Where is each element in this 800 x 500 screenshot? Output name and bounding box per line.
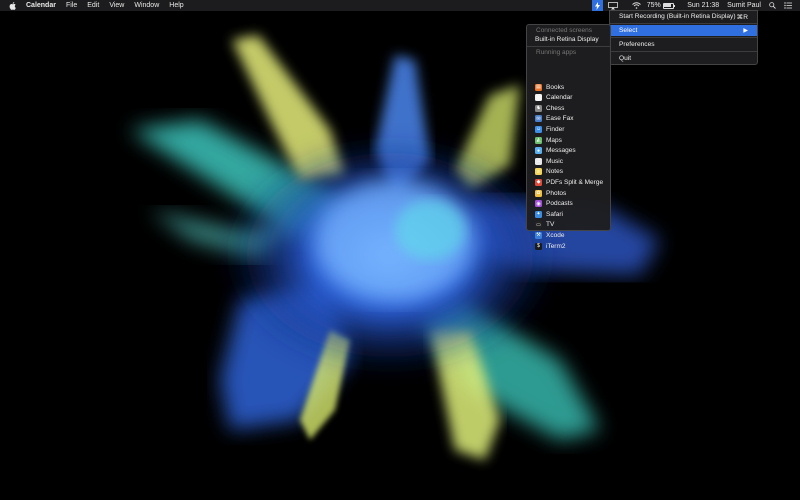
- clock[interactable]: Sun 21:38: [687, 2, 719, 9]
- connected-screens-header: Connected screens: [536, 27, 593, 34]
- app-item-xcode[interactable]: ⚒ Xcode: [535, 230, 606, 240]
- pdf-icon: ◆: [535, 178, 542, 186]
- books-icon: ▤: [535, 83, 542, 91]
- battery-percent[interactable]: 75%: [647, 2, 661, 9]
- recorder-status-icon[interactable]: [591, 0, 603, 11]
- app-item-notes[interactable]: ≡ Notes: [535, 167, 606, 177]
- tv-icon: ▭: [535, 221, 542, 229]
- app-item-iterm2[interactable]: $ iTerm2: [535, 241, 606, 251]
- menu-separator: [610, 51, 757, 52]
- start-recording-label: Start Recording (Built-in Retina Display…: [619, 13, 736, 20]
- menu-help[interactable]: Help: [169, 2, 183, 9]
- user-name[interactable]: Sumit Paul: [727, 2, 761, 9]
- menu-file[interactable]: File: [66, 2, 77, 9]
- app-item-chess[interactable]: ♞ Chess: [535, 103, 606, 113]
- app-label: TV: [546, 221, 555, 229]
- messages-icon: ●: [535, 147, 542, 155]
- app-item-tv[interactable]: ▭ TV: [535, 220, 606, 230]
- menu-separator: [527, 46, 610, 47]
- select-item[interactable]: Select ▶: [610, 25, 757, 36]
- app-label: Safari: [546, 210, 563, 218]
- app-item-calendar[interactable]: ▦ Calendar: [535, 93, 606, 103]
- apple-menu-icon[interactable]: [9, 1, 16, 10]
- app-item-safari[interactable]: ✦ Safari: [535, 209, 606, 219]
- select-label: Select: [619, 27, 638, 34]
- start-recording-item[interactable]: Start Recording (Built-in Retina Display…: [610, 11, 757, 22]
- app-item-ease-fax[interactable]: ✉ Ease Fax: [535, 114, 606, 124]
- iterm-icon: $: [535, 242, 542, 250]
- app-item-books[interactable]: ▤ Books: [535, 82, 606, 92]
- podcasts-icon: ◉: [535, 200, 542, 208]
- app-label: Finder: [546, 125, 565, 133]
- app-label: iTerm2: [546, 242, 566, 250]
- screen-label: Built-in Retina Display: [535, 35, 599, 43]
- app-label: Maps: [546, 136, 562, 144]
- app-item-podcasts[interactable]: ◉ Podcasts: [535, 199, 606, 209]
- app-label: Calendar: [546, 94, 573, 102]
- photos-icon: ✿: [535, 189, 542, 197]
- app-label: Xcode: [546, 231, 565, 239]
- chess-icon: ♞: [535, 104, 542, 112]
- preferences-label: Preferences: [619, 41, 655, 48]
- fax-icon: ✉: [535, 115, 542, 123]
- finder-icon: ☺: [535, 125, 542, 133]
- app-label: Notes: [546, 168, 563, 176]
- app-label: Photos: [546, 189, 567, 197]
- select-submenu: Connected screens Built-in Retina Displa…: [526, 24, 611, 250]
- music-icon: ♫: [535, 157, 542, 165]
- menu-view[interactable]: View: [109, 2, 124, 9]
- app-item-pdfs-split-merge[interactable]: ◆ PDFs Split & Merge: [535, 177, 606, 187]
- airplay-icon[interactable]: [607, 1, 618, 10]
- app-item-finder[interactable]: ☺ Finder: [535, 124, 606, 134]
- app-label: Books: [546, 83, 565, 91]
- spotlight-search-icon[interactable]: [769, 2, 776, 9]
- xcode-icon: ⚒: [535, 231, 542, 239]
- app-item-messages[interactable]: ● Messages: [535, 146, 606, 156]
- quit-item[interactable]: Quit: [610, 53, 757, 64]
- submenu-arrow-icon: ▶: [743, 28, 748, 34]
- app-label: Chess: [546, 104, 565, 112]
- app-item-music[interactable]: ♫ Music: [535, 156, 606, 166]
- safari-icon: ✦: [535, 210, 542, 218]
- preferences-item[interactable]: Preferences: [610, 39, 757, 50]
- app-item-photos[interactable]: ✿ Photos: [535, 188, 606, 198]
- app-label: Music: [546, 157, 563, 165]
- battery-icon[interactable]: [662, 2, 676, 9]
- app-label: Podcasts: [546, 200, 573, 208]
- menu-window[interactable]: Window: [134, 2, 159, 9]
- recorder-dropdown-menu: Start Recording (Built-in Retina Display…: [609, 10, 758, 65]
- app-label: Ease Fax: [546, 115, 574, 123]
- quit-label: Quit: [619, 55, 632, 62]
- calendar-icon: ▦: [535, 94, 542, 102]
- screen-item[interactable]: Built-in Retina Display: [535, 34, 606, 44]
- wifi-icon[interactable]: [631, 2, 641, 9]
- menu-separator: [610, 23, 757, 24]
- menu-separator: [610, 37, 757, 38]
- app-label: PDFs Split & Merge: [546, 178, 604, 186]
- app-item-maps[interactable]: ◭ Maps: [535, 135, 606, 145]
- menu-app-name[interactable]: Calendar: [26, 2, 56, 9]
- notification-center-icon[interactable]: [784, 2, 792, 9]
- start-recording-shortcut: ⌘R: [736, 13, 748, 21]
- running-apps-header: Running apps: [536, 49, 577, 56]
- desktop-wallpaper: [0, 0, 800, 500]
- menu-edit[interactable]: Edit: [87, 2, 99, 9]
- notes-icon: ≡: [535, 168, 542, 176]
- app-label: Messages: [546, 147, 576, 155]
- maps-icon: ◭: [535, 136, 542, 144]
